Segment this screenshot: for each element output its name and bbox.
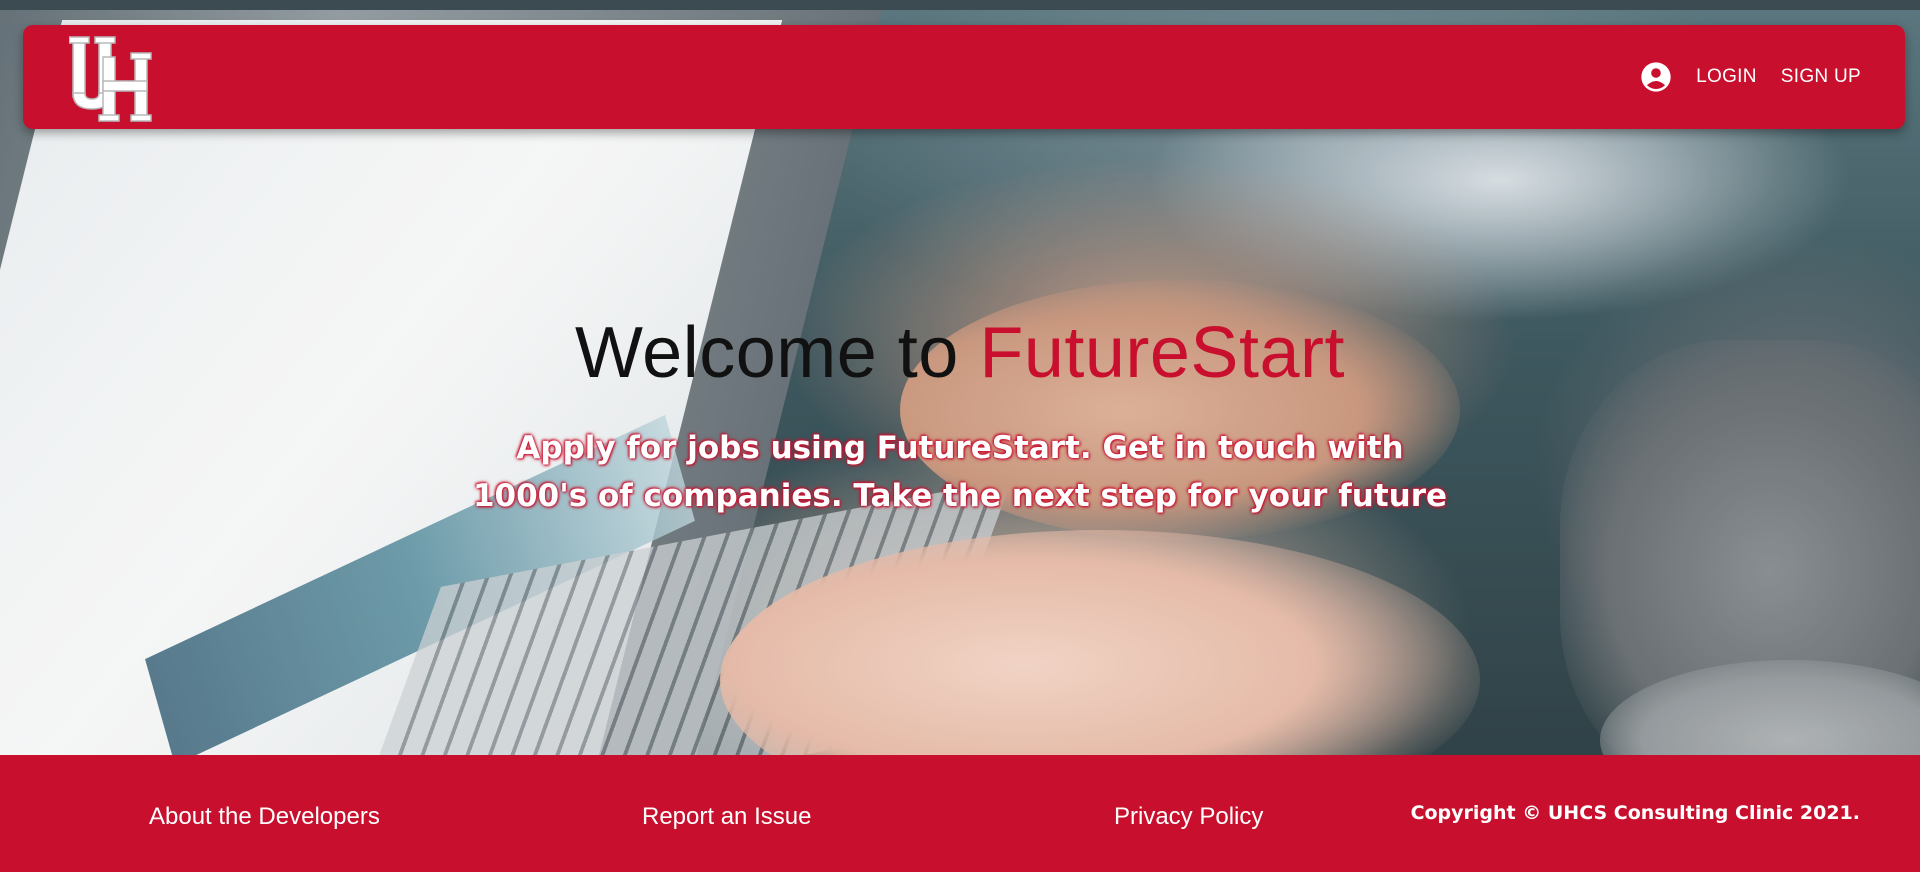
header-nav: LOGIN SIGN UP bbox=[1640, 25, 1861, 129]
landing-page: LOGIN SIGN UP Welcome to FutureStart App… bbox=[0, 0, 1920, 872]
privacy-policy-link[interactable]: Privacy Policy bbox=[1114, 803, 1263, 831]
hero-subtitle: Apply for jobs using FutureStart. Get in… bbox=[472, 430, 1448, 514]
copyright-text: Copyright © UHCS Consulting Clinic 2021. bbox=[1410, 802, 1860, 824]
hero-title: Welcome to FutureStart bbox=[0, 312, 1920, 394]
signup-link[interactable]: SIGN UP bbox=[1781, 66, 1861, 88]
footer: About the Developers Report an Issue Pri… bbox=[0, 755, 1920, 872]
about-developers-link[interactable]: About the Developers bbox=[149, 803, 380, 831]
navbar: LOGIN SIGN UP bbox=[23, 25, 1905, 129]
uh-logo-icon[interactable] bbox=[69, 35, 153, 123]
hero-title-prefix: Welcome to bbox=[575, 313, 959, 393]
browser-top-strip bbox=[0, 0, 1920, 10]
account-circle-icon[interactable] bbox=[1640, 61, 1672, 93]
report-issue-link[interactable]: Report an Issue bbox=[642, 803, 811, 831]
login-link[interactable]: LOGIN bbox=[1696, 66, 1757, 88]
hero-title-brand: FutureStart bbox=[979, 313, 1345, 393]
